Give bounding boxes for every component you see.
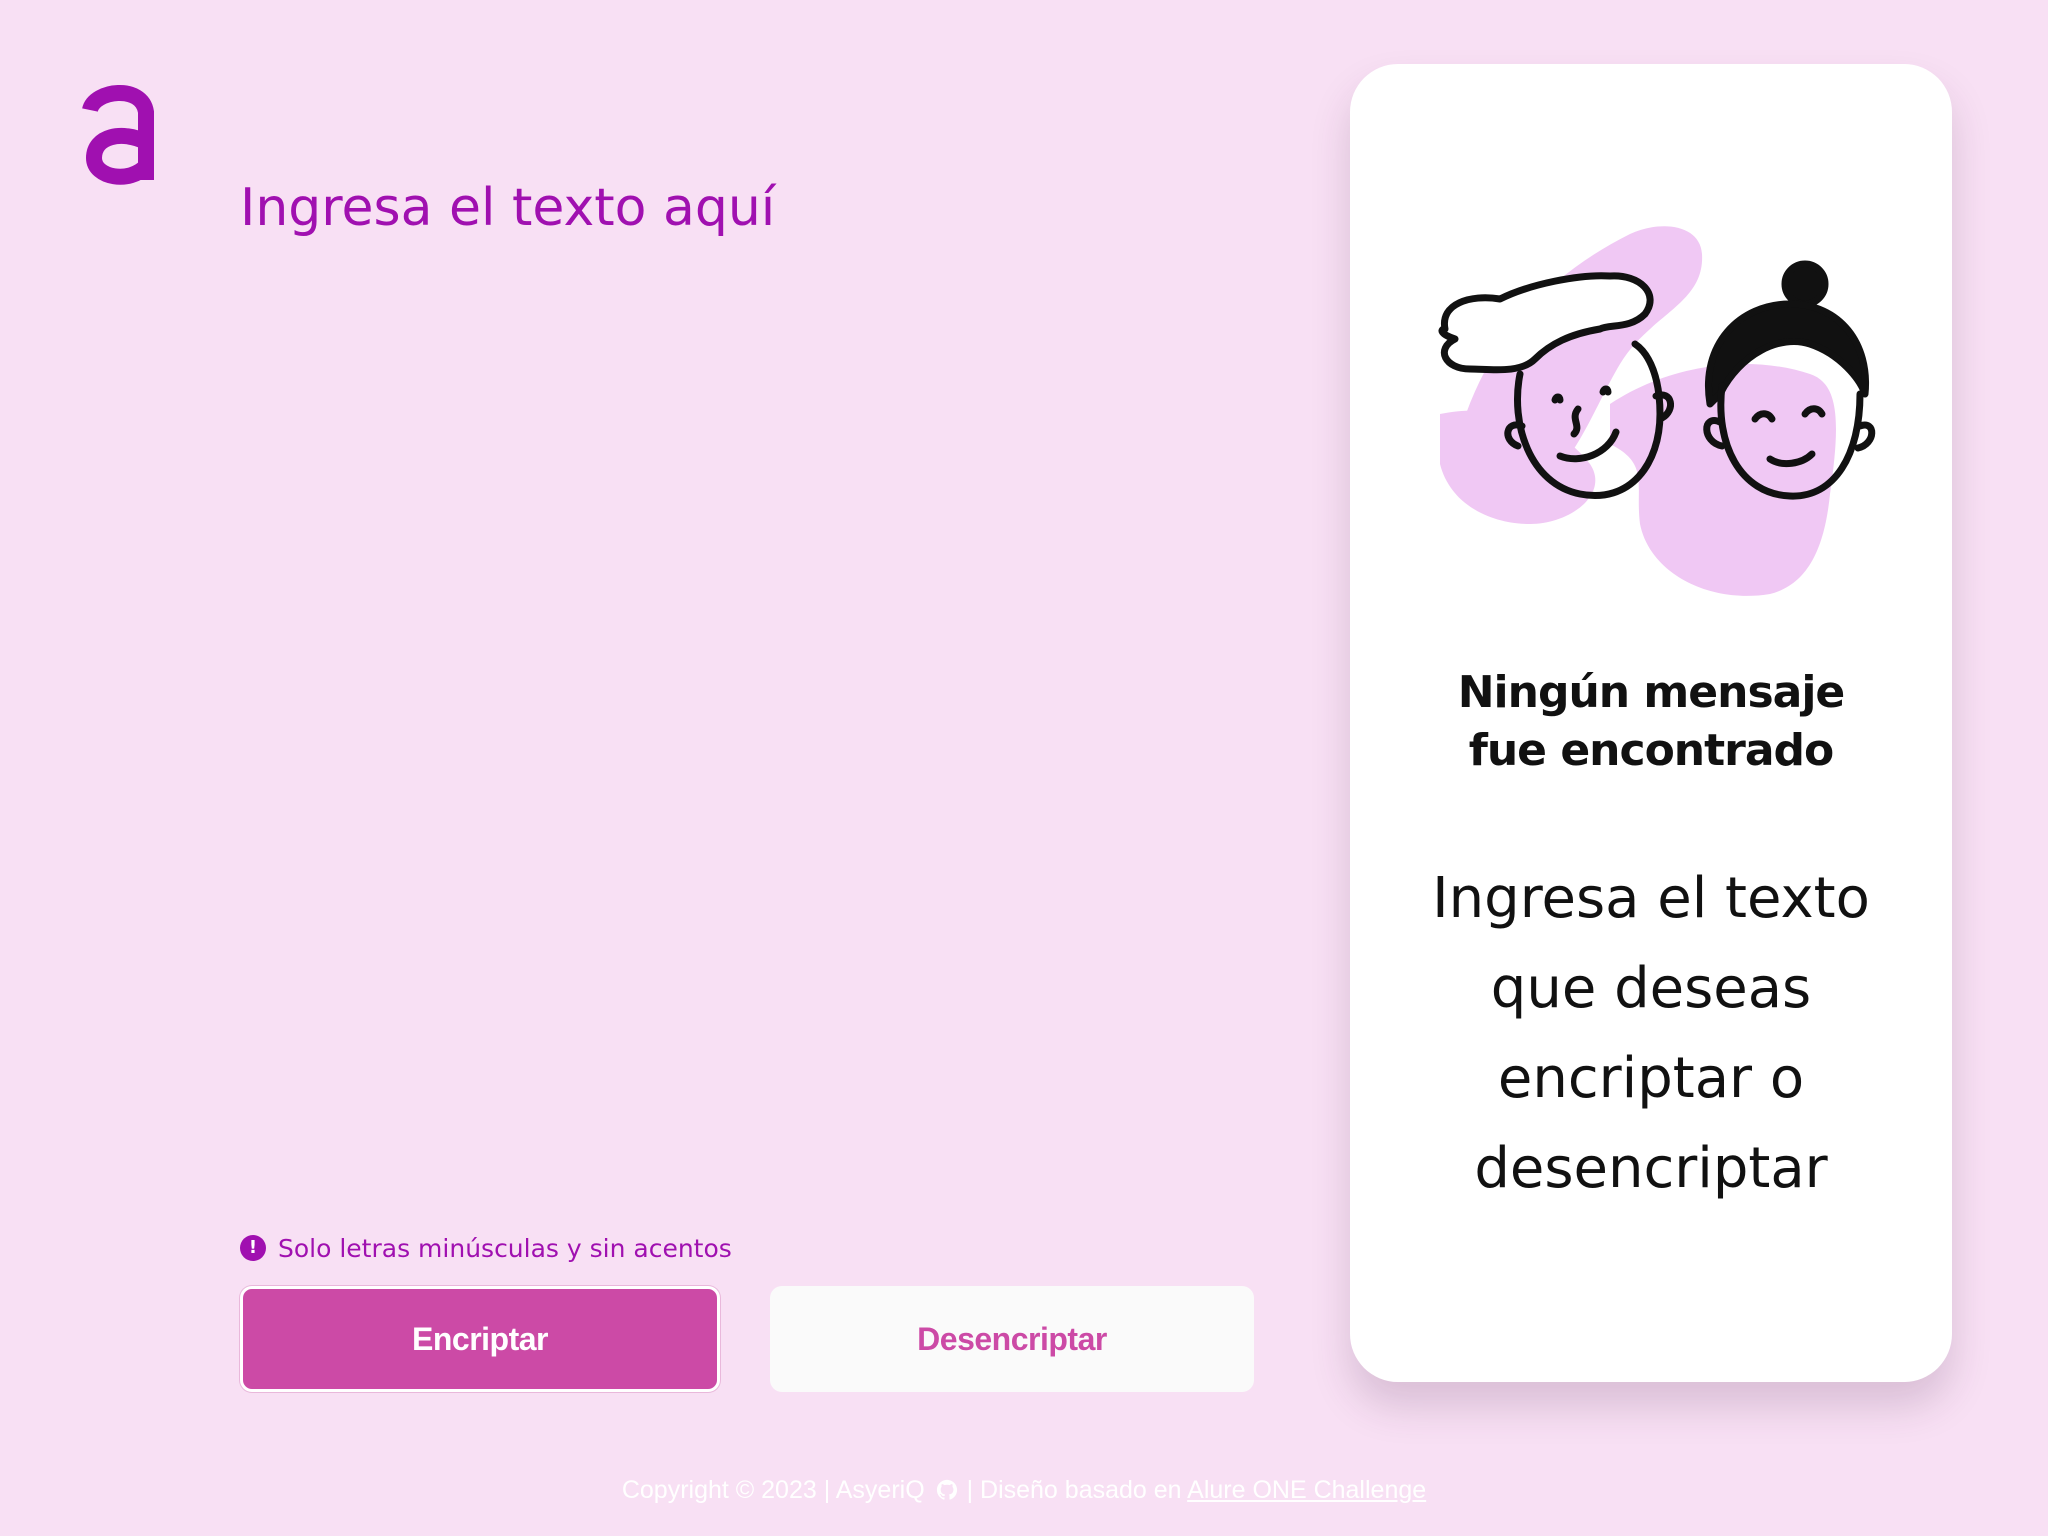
page-footer: Copyright © 2023 | AsyeriQ | Diseño basa… xyxy=(0,1476,2048,1505)
empty-state-text-line: desencriptar xyxy=(1474,1136,1828,1201)
decrypt-button[interactable]: Desencriptar xyxy=(770,1286,1254,1392)
message-input[interactable] xyxy=(240,178,1240,1178)
footer-separator-text: | Diseño basado en xyxy=(966,1476,1182,1504)
brand-logo xyxy=(82,80,156,190)
exclamation-circle-icon: ! xyxy=(240,1235,266,1261)
letter-a-logo-icon xyxy=(82,85,154,185)
empty-state-title: Ningún mensaje fue encontrado xyxy=(1350,664,1952,780)
github-icon[interactable] xyxy=(936,1479,958,1501)
output-panel: Ningún mensaje fue encontrado Ingresa el… xyxy=(1350,64,1952,1382)
empty-state-title-line: fue encontrado xyxy=(1468,725,1835,776)
copyright-text: Copyright © 2023 | AsyeriQ xyxy=(621,1476,925,1504)
alure-challenge-link[interactable]: Alure ONE Challenge xyxy=(1187,1476,1426,1504)
input-hint: ! Solo letras minúsculas y sin acentos xyxy=(240,1230,732,1266)
empty-state-text-line: encriptar o xyxy=(1497,1046,1805,1111)
hint-text: Solo letras minúsculas y sin acentos xyxy=(278,1233,732,1263)
empty-state-description: Ingresa el texto que deseas encriptar o … xyxy=(1390,854,1912,1214)
encrypt-button[interactable]: Encriptar xyxy=(240,1286,720,1392)
empty-state-text-line: que deseas xyxy=(1490,956,1812,1021)
two-faces-illustration xyxy=(1410,164,1890,644)
empty-state-title-line: Ningún mensaje xyxy=(1457,667,1846,718)
empty-state-text-line: Ingresa el texto xyxy=(1432,866,1870,931)
